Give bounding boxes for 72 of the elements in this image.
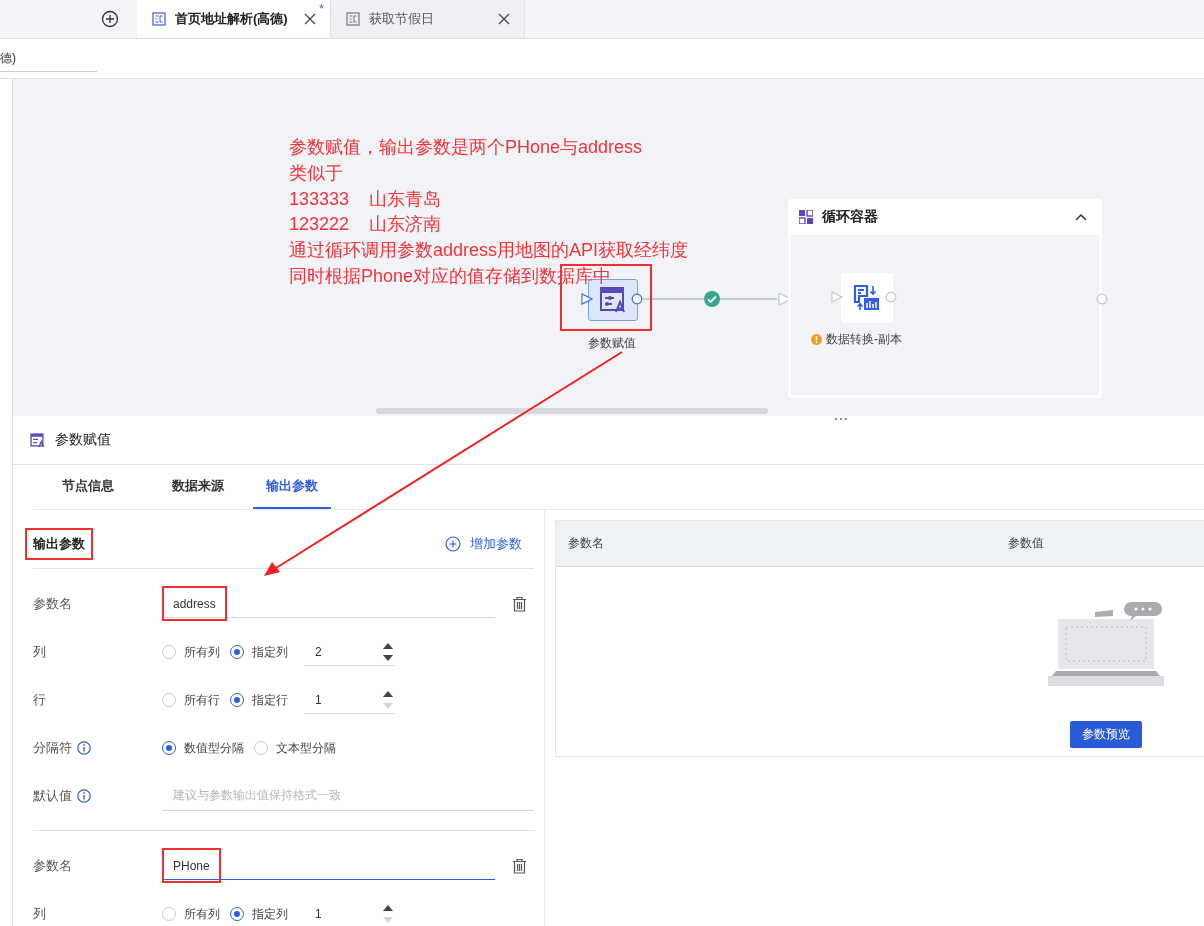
number-field[interactable]: 1 <box>304 900 394 926</box>
field-label: 列 <box>33 643 46 661</box>
add-parameter-button[interactable]: 增加参数 <box>445 535 522 553</box>
delete-icon[interactable] <box>512 858 527 874</box>
field-value: address <box>173 597 216 611</box>
radio-button[interactable] <box>162 741 176 755</box>
number-field[interactable]: 2 <box>304 638 394 666</box>
radio-button[interactable] <box>230 645 244 659</box>
input-port-icon <box>831 291 843 303</box>
parameter-assign-icon <box>30 432 45 448</box>
loop-icon <box>799 210 813 224</box>
field-label: 参数名 <box>33 857 73 875</box>
number-field[interactable]: 1 <box>304 686 394 714</box>
input-port-icon <box>581 293 593 305</box>
resize-handle-icon[interactable] <box>834 417 848 421</box>
radio-label: 所有行 <box>184 691 220 709</box>
field-value: PHone <box>173 859 210 873</box>
node-label: 参数赋值 <box>588 335 636 352</box>
field-label: 分隔符 <box>33 739 72 757</box>
document-icon <box>346 12 360 26</box>
section-title: 输出参数 <box>33 536 85 551</box>
column-header: 参数名 <box>567 535 605 552</box>
radio-label: 指定列 <box>252 905 288 923</box>
radio-label: 文本型分隔 <box>276 739 336 757</box>
radio-button[interactable] <box>230 907 244 921</box>
placeholder-text: 建议与参数输出值保持格式一致 <box>172 788 341 802</box>
field-value: 2 <box>315 644 322 659</box>
close-icon[interactable] <box>498 13 510 25</box>
field-value: 1 <box>315 692 322 707</box>
panel-tab[interactable]: 输出参数 <box>253 465 331 509</box>
loop-container[interactable]: 循环容器 数据转换-副本 <box>788 199 1102 398</box>
panel-tab[interactable]: 节点信息 <box>33 465 143 509</box>
radio-button[interactable] <box>230 693 244 707</box>
info-icon[interactable] <box>77 741 91 755</box>
caret-icon[interactable] <box>1075 213 1087 221</box>
close-icon[interactable] <box>304 13 316 25</box>
radio-label: 数值型分隔 <box>184 739 244 757</box>
plus-icon <box>445 536 461 552</box>
parameter-name-field[interactable]: PHone <box>162 852 495 880</box>
output-port-icon <box>885 291 897 303</box>
parameter-assign-icon <box>599 286 627 314</box>
output-port-icon <box>631 293 643 305</box>
add-tab-icon[interactable] <box>101 10 119 28</box>
scrollbar[interactable] <box>376 408 768 414</box>
file-tab[interactable]: 获取节假日 <box>331 0 525 38</box>
output-port-icon <box>1096 293 1108 305</box>
panel-title: 参数赋值 <box>55 431 111 449</box>
radio-label: 指定列 <box>252 643 288 661</box>
tab-label: 首页地址解析(高德) <box>175 10 289 28</box>
column-header: 参数值 <box>1008 535 1044 552</box>
document-icon <box>152 12 166 26</box>
radio-label: 指定行 <box>252 691 288 709</box>
unsaved-mark: * <box>319 2 324 16</box>
field-label: 默认值 <box>33 787 72 805</box>
node[interactable] <box>841 273 893 323</box>
delete-icon[interactable] <box>512 596 527 612</box>
field-label: 行 <box>33 691 46 709</box>
info-icon[interactable] <box>77 789 91 803</box>
field-label: 列 <box>33 905 46 923</box>
field-value: 1 <box>315 906 322 921</box>
container-title: 循环容器 <box>822 208 879 226</box>
file-tab[interactable]: 首页地址解析(高德) * <box>137 0 331 38</box>
radio-label: 所有列 <box>184 905 220 923</box>
parameter-name-field[interactable]: address <box>162 590 495 618</box>
node-label: 数据转换-副本 <box>826 331 902 348</box>
panel-tab[interactable]: 数据来源 <box>143 465 253 509</box>
name-field[interactable]: 德) <box>0 45 97 72</box>
tab-label: 获取节假日 <box>369 10 435 28</box>
preview-button[interactable]: 参数预览 <box>1070 721 1142 748</box>
data-transform-icon <box>853 284 881 312</box>
field-label: 参数名 <box>33 595 73 613</box>
radio-label: 所有列 <box>184 643 220 661</box>
